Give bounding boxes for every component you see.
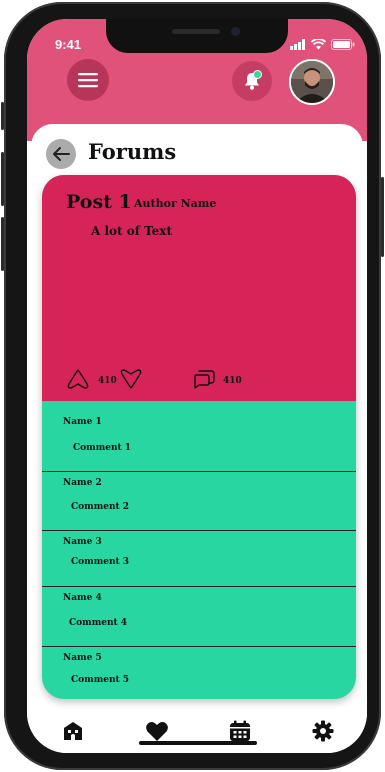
menu-button[interactable] [67, 59, 109, 101]
front-camera [231, 27, 240, 36]
post-title: Post 1 [66, 191, 132, 213]
app-header: 9:41 [27, 19, 367, 141]
screen: 9:41 Forums Post 1 Author Name A lot of … [27, 19, 367, 753]
upvote-icon[interactable] [66, 368, 90, 390]
wifi-icon [311, 39, 326, 50]
phone-frame: 9:41 Forums Post 1 Author Name A lot of … [1, 2, 384, 770]
status-time: 9:41 [55, 37, 82, 52]
comment-item[interactable]: Name 3 Comment 3 [42, 531, 356, 587]
comment-author: Name 3 [63, 537, 102, 547]
post[interactable]: Post 1 Author Name A lot of Text 410 410 [42, 175, 356, 401]
tab-home[interactable] [59, 717, 87, 745]
upvote-count: 410 [98, 376, 117, 386]
hamburger-menu-icon [78, 73, 98, 88]
volume-up-button [1, 152, 4, 206]
comments-count: 410 [223, 376, 242, 386]
speaker-grille [172, 29, 220, 34]
battery-icon [331, 39, 355, 50]
comments-icon[interactable] [192, 369, 216, 389]
home-icon [64, 722, 82, 740]
post-card: Post 1 Author Name A lot of Text 410 410 [42, 175, 356, 699]
page-title: Forums [88, 139, 177, 164]
comment-author: Name 5 [63, 653, 102, 663]
comment-author: Name 1 [63, 417, 102, 427]
comment-item[interactable]: Name 5 Comment 5 [42, 647, 356, 699]
home-indicator [139, 741, 257, 745]
post-body: A lot of Text [91, 224, 172, 238]
notification-dot [253, 70, 262, 79]
comment-text: Comment 1 [73, 443, 132, 453]
heart-icon [146, 722, 168, 741]
signal-icon [290, 39, 305, 50]
comment-author: Name 4 [63, 593, 102, 603]
comment-text: Comment 5 [71, 675, 130, 685]
back-button[interactable] [46, 139, 76, 169]
comment-item[interactable]: Name 2 Comment 2 [42, 472, 356, 531]
post-author[interactable]: Author Name [134, 197, 216, 210]
comment-item[interactable]: Name 1 Comment 1 [42, 401, 356, 472]
volume-down-button [1, 217, 4, 271]
comment-item[interactable]: Name 4 Comment 4 [42, 587, 356, 647]
arrow-left-icon [53, 147, 70, 161]
status-icons [290, 39, 355, 50]
power-button [381, 177, 384, 257]
comment-author: Name 2 [63, 478, 102, 488]
gear-icon [312, 720, 334, 742]
notifications-button[interactable] [232, 61, 272, 101]
mute-switch [1, 102, 4, 130]
calendar-icon [230, 720, 250, 741]
downvote-icon[interactable] [119, 368, 143, 390]
comment-text: Comment 2 [71, 502, 130, 512]
tab-settings[interactable] [309, 717, 337, 745]
device-notch [106, 19, 288, 53]
main-content: Forums Post 1 Author Name A lot of Text … [31, 124, 363, 724]
comment-text: Comment 4 [69, 618, 128, 628]
user-avatar[interactable] [289, 59, 335, 105]
bottom-tab-bar [27, 709, 367, 753]
avatar-photo [291, 61, 333, 103]
comment-text: Comment 3 [71, 557, 130, 567]
